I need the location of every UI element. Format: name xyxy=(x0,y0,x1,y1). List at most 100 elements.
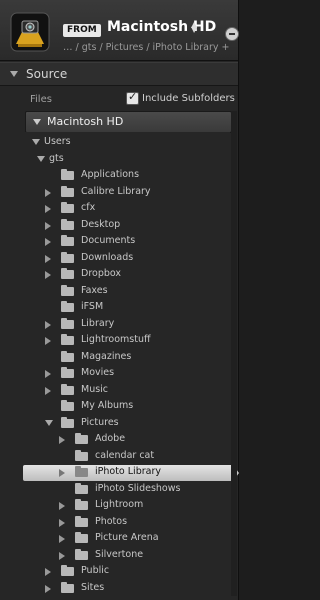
tree-row-label: Silvertone xyxy=(95,548,144,560)
disclosure-open-icon[interactable] xyxy=(45,419,53,426)
tree-row-applications[interactable]: Applications xyxy=(25,168,230,184)
up-down-arrows-icon[interactable]: ▲ ▼ xyxy=(191,21,197,34)
disclosure-closed-icon[interactable] xyxy=(45,584,51,593)
include-subfolders-label[interactable]: Include Subfolders xyxy=(142,93,235,104)
tree-row-sites[interactable]: Sites xyxy=(25,581,230,597)
import-camera-icon xyxy=(10,12,50,52)
tree-row-adobe[interactable]: Adobe xyxy=(25,432,230,448)
tree-row-faxes[interactable]: Faxes xyxy=(25,284,230,300)
tree-row-silvertone[interactable]: Silvertone xyxy=(25,548,230,564)
tree-row-label: calendar cat xyxy=(95,449,155,461)
tree-row-label: Magazines xyxy=(81,350,132,362)
folder-icon xyxy=(75,499,88,510)
disclosure-closed-icon[interactable] xyxy=(45,254,51,263)
disclosure-open-icon[interactable] xyxy=(33,119,41,125)
tree-row-cfx[interactable]: cfx xyxy=(25,201,230,217)
folder-icon xyxy=(61,565,74,576)
from-badge: FROM xyxy=(63,24,101,37)
tree-row-label: cfx xyxy=(81,202,96,213)
folder-icon xyxy=(61,268,74,279)
source-volume-selector[interactable]: Macintosh HD xyxy=(107,19,216,35)
minus-circle-icon[interactable] xyxy=(225,27,239,41)
folder-icon xyxy=(61,317,74,329)
folder-icon xyxy=(61,202,74,213)
folder-icon xyxy=(61,367,74,378)
tree-row-label: Applications xyxy=(81,169,140,180)
disclosure-closed-icon[interactable] xyxy=(59,469,65,477)
folder-icon xyxy=(75,548,88,560)
tree-row-downloads[interactable]: Downloads xyxy=(25,251,230,267)
folder-icon xyxy=(61,301,74,312)
tree-row-ifsm[interactable]: iFSM xyxy=(25,300,230,316)
include-subfolders-checkbox[interactable] xyxy=(126,90,139,105)
tree-row-lightroom[interactable]: Lightroom xyxy=(25,498,230,514)
disclosure-closed-icon[interactable] xyxy=(59,502,65,510)
tree-row-users[interactable]: Users xyxy=(25,135,230,151)
tree-row-my-albums[interactable]: My Albums xyxy=(25,399,230,415)
disclosure-open-icon[interactable] xyxy=(10,71,18,77)
tree-row-gts[interactable]: gts xyxy=(25,152,230,168)
disclosure-closed-icon[interactable] xyxy=(45,188,51,197)
disclosure-closed-icon[interactable] xyxy=(45,386,51,395)
disclosure-closed-icon[interactable] xyxy=(59,551,65,560)
tree-row-public[interactable]: Public xyxy=(25,564,230,580)
tree-row-label: Library xyxy=(81,317,115,329)
source-panel-header[interactable]: Source xyxy=(0,62,238,86)
breadcrumb[interactable]: … / gts / Pictures / iPhoto Library + xyxy=(63,42,230,53)
disclosure-closed-icon[interactable] xyxy=(45,320,51,329)
tree-row-library[interactable]: Library xyxy=(25,317,230,333)
folder-icon xyxy=(61,400,74,411)
tree-row-label: Downloads xyxy=(81,251,134,263)
disclosure-closed-icon[interactable] xyxy=(45,205,51,213)
scrollbar[interactable] xyxy=(231,111,237,596)
tree-row-label: iFSM xyxy=(81,301,104,312)
folder-icon xyxy=(61,235,74,246)
tree-row-desktop[interactable]: Desktop xyxy=(25,218,230,234)
tree-row-label: gts xyxy=(49,152,64,164)
tree-row-label: Lightroom xyxy=(95,499,144,510)
disclosure-closed-icon[interactable] xyxy=(45,221,51,230)
tree-row-label: Pictures xyxy=(81,416,119,428)
disclosure-closed-icon[interactable] xyxy=(45,337,51,345)
tree-row-label: Photos xyxy=(95,515,128,527)
tree-row-label: Picture Arena xyxy=(95,532,159,543)
tree-row-picture-arena[interactable]: Picture Arena xyxy=(25,531,230,547)
tree-row-dropbox[interactable]: Dropbox xyxy=(25,267,230,283)
tree-row-music[interactable]: Music xyxy=(25,383,230,399)
volume-header[interactable]: Macintosh HD xyxy=(25,111,232,133)
tree-row-selected[interactable]: iPhoto Library xyxy=(23,465,239,481)
tree-row-documents[interactable]: Documents xyxy=(25,234,230,250)
tree-row-iphoto-slideshows[interactable]: iPhoto Slideshows xyxy=(25,482,230,498)
tree-row-photos[interactable]: Photos xyxy=(25,515,230,531)
disclosure-closed-icon[interactable] xyxy=(59,535,65,543)
disclosure-closed-icon[interactable] xyxy=(45,568,51,576)
disclosure-closed-icon[interactable] xyxy=(45,370,51,378)
disclosure-open-icon[interactable] xyxy=(37,155,45,162)
folder-icon xyxy=(75,532,88,543)
tree-row-calendar-cat[interactable]: calendar cat xyxy=(25,449,230,465)
tree-row-label: My Albums xyxy=(81,400,134,411)
folder-tree: Users gts Applications Calibre Library cfx De… xyxy=(23,132,239,600)
disclosure-closed-icon[interactable] xyxy=(59,518,65,527)
tree-row-label: Lightroomstuff xyxy=(81,334,151,345)
tree-row-calibre-library[interactable]: Calibre Library xyxy=(25,185,230,201)
files-label: Files xyxy=(30,94,52,105)
tree-row-magazines[interactable]: Magazines xyxy=(25,350,230,366)
disclosure-closed-icon[interactable] xyxy=(45,271,51,279)
disclosure-closed-icon[interactable] xyxy=(59,436,65,444)
tree-row-label: Faxes xyxy=(81,284,108,296)
tree-row-movies[interactable]: Movies xyxy=(25,366,230,382)
folder-icon xyxy=(61,218,74,230)
folder-icon xyxy=(61,383,74,395)
tree-row-label: Dropbox xyxy=(81,268,122,279)
tree-row-lightroomstuff[interactable]: Lightroomstuff xyxy=(25,333,230,349)
disclosure-open-icon[interactable] xyxy=(32,139,40,145)
tree-row-label: Music xyxy=(81,383,109,395)
disclosure-closed-icon[interactable] xyxy=(45,238,51,246)
tree-row-label: Movies xyxy=(81,367,115,378)
tree-row-pictures[interactable]: Pictures xyxy=(25,416,230,432)
tree-row-label: Desktop xyxy=(81,218,121,230)
tree-row-label: Sites xyxy=(81,581,105,593)
tree-row-label: Users xyxy=(44,136,71,147)
tree-row-label: Calibre Library xyxy=(81,185,151,197)
